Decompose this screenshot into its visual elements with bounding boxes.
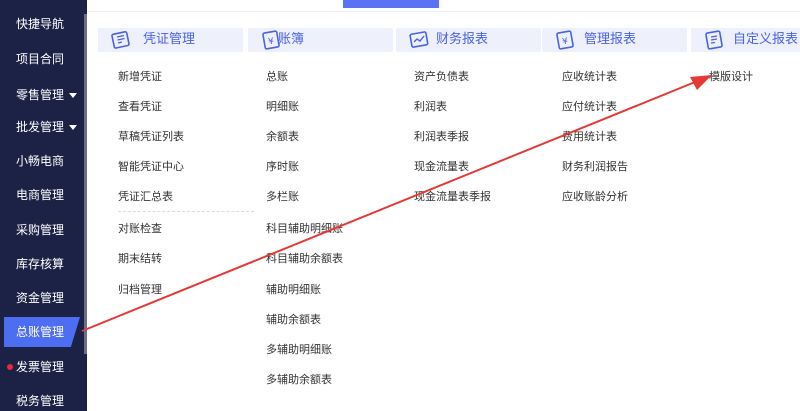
menu-item-general-ledger[interactable]: 总账 [266, 68, 288, 84]
app-root: 快捷导航 项目合同 零售管理 批发管理 小畅电商 电商管理 采购管理 库存核算 … [0, 0, 800, 411]
sidebar-item-label: 采购管理 [16, 223, 65, 237]
column-title: 账簿 [278, 32, 305, 47]
column-header: 凭证管理 [98, 28, 243, 52]
sidebar-item-ecommerce[interactable]: 电商管理 [0, 180, 84, 210]
menu-divider [118, 211, 254, 212]
management-report-icon: ¥ [556, 30, 574, 50]
menu-item-income-statement-quarterly[interactable]: 利润表季报 [414, 128, 469, 144]
menu-item-aux-detail[interactable]: 辅助明细账 [266, 281, 321, 297]
sidebar-item-general-ledger[interactable]: 总账管理 [4, 317, 80, 347]
sidebar-item-inventory[interactable]: 库存核算 [0, 249, 84, 279]
menu-item-aux-balance[interactable]: 辅助余额表 [266, 311, 321, 327]
menu-item-archive-management[interactable]: 归档管理 [118, 281, 162, 297]
svg-text:¥: ¥ [562, 37, 570, 48]
menu-item-draft-voucher-list[interactable]: 草稿凭证列表 [118, 128, 184, 144]
sidebar-item-label: 电商管理 [16, 188, 65, 202]
ledger-mega-menu: 凭证管理 新增凭证 查看凭证 草稿凭证列表 智能凭证中心 凭证汇总表 对账检查 … [87, 12, 800, 411]
top-bar [87, 0, 800, 12]
menu-item-financial-profit-report[interactable]: 财务利润报告 [562, 158, 628, 174]
menu-column-voucher: 凭证管理 新增凭证 查看凭证 草稿凭证列表 智能凭证中心 凭证汇总表 对账检查 … [98, 28, 254, 296]
sidebar-item-label: 零售管理 [16, 88, 65, 102]
sidebar-item-funds[interactable]: 资金管理 [0, 283, 84, 313]
sidebar-item-xiaochang-ecommerce[interactable]: 小畅电商 [0, 146, 84, 176]
menu-item-subject-aux-detail[interactable]: 科目辅助明细账 [266, 220, 343, 236]
menu-item-reconciliation-check[interactable]: 对账检查 [118, 220, 162, 236]
column-header: ¥ 账簿 [248, 28, 393, 52]
sidebar-item-label: 库存核算 [16, 257, 65, 271]
sidebar-item-invoice[interactable]: 发票管理 [0, 352, 84, 382]
sidebar-item-label: 批发管理 [16, 120, 65, 134]
voucher-icon [111, 30, 130, 49]
sidebar-item-purchase[interactable]: 采购管理 [0, 215, 84, 245]
menu-item-detail-ledger[interactable]: 明细账 [266, 98, 299, 114]
menu-column-custom-reports: 自定义报表 模版设计 [691, 28, 800, 83]
menu-item-multi-column-ledger[interactable]: 多栏账 [266, 188, 299, 204]
sidebar-item-wholesale[interactable]: 批发管理 [0, 112, 84, 142]
custom-report-icon [705, 30, 723, 50]
sidebar: 快捷导航 项目合同 零售管理 批发管理 小畅电商 电商管理 采购管理 库存核算 … [0, 0, 87, 411]
sidebar-item-label: 发票管理 [16, 360, 65, 374]
menu-item-smart-voucher-center[interactable]: 智能凭证中心 [118, 158, 184, 174]
column-title: 管理报表 [584, 32, 637, 47]
menu-item-balance-sheet[interactable]: 资产负债表 [414, 68, 469, 84]
sidebar-item-label: 小畅电商 [16, 154, 65, 168]
column-title: 自定义报表 [733, 32, 799, 47]
menu-column-ledger: ¥ 账簿 总账 明细账 余额表 序时账 多栏账 科目辅助明细账 科目辅助余额表 … [248, 28, 393, 386]
sidebar-item-label: 总账管理 [16, 325, 65, 339]
menu-item-receivables-stats[interactable]: 应收统计表 [562, 68, 617, 84]
menu-item-balance-sheet-ledger[interactable]: 余额表 [266, 128, 299, 144]
column-header: 自定义报表 [691, 28, 800, 52]
menu-item-cash-flow-quarterly[interactable]: 现金流量表季报 [414, 188, 491, 204]
menu-item-view-voucher[interactable]: 查看凭证 [118, 98, 162, 114]
sidebar-item-label: 税务管理 [16, 394, 65, 408]
sidebar-item-label: 项目合同 [16, 52, 65, 66]
sidebar-item-label: 资金管理 [16, 291, 65, 305]
menu-item-voucher-summary[interactable]: 凭证汇总表 [118, 188, 173, 204]
menu-item-payables-stats[interactable]: 应付统计表 [562, 98, 617, 114]
menu-item-receivables-aging[interactable]: 应收账龄分析 [562, 188, 628, 204]
menu-item-template-design[interactable]: 模版设计 [709, 68, 753, 84]
svg-text:¥: ¥ [268, 37, 276, 48]
column-header: 财务报表 [396, 28, 541, 52]
menu-item-journal[interactable]: 序时账 [266, 158, 299, 174]
financial-report-icon [409, 31, 429, 48]
column-title: 财务报表 [436, 32, 489, 47]
menu-item-cash-flow[interactable]: 现金流量表 [414, 158, 469, 174]
menu-item-new-voucher[interactable]: 新增凭证 [118, 68, 162, 84]
menu-item-expense-stats[interactable]: 费用统计表 [562, 128, 617, 144]
menu-item-subject-aux-balance[interactable]: 科目辅助余额表 [266, 250, 343, 266]
menu-item-period-end-closing[interactable]: 期末结转 [118, 250, 162, 266]
chevron-down-icon [69, 93, 78, 98]
active-top-tab[interactable] [343, 0, 439, 8]
sidebar-item-quick-nav[interactable]: 快捷导航 [0, 9, 84, 39]
sidebar-item-retail[interactable]: 零售管理 [0, 80, 84, 110]
sidebar-item-project-contract[interactable]: 项目合同 [0, 44, 84, 74]
menu-item-income-statement[interactable]: 利润表 [414, 98, 447, 114]
chevron-down-icon [69, 125, 78, 130]
menu-item-multi-aux-detail[interactable]: 多辅助明细账 [266, 341, 332, 357]
column-header: ¥ 管理报表 [542, 28, 687, 52]
sidebar-item-label: 快捷导航 [16, 17, 65, 31]
menu-column-management-reports: ¥ 管理报表 应收统计表 应付统计表 费用统计表 财务利润报告 应收账龄分析 [542, 28, 687, 203]
sidebar-item-tax[interactable]: 税务管理 [0, 386, 84, 411]
notification-dot [7, 364, 13, 370]
column-title: 凭证管理 [143, 32, 196, 47]
menu-column-financial-reports: 财务报表 资产负债表 利润表 利润表季报 现金流量表 现金流量表季报 [396, 28, 541, 203]
menu-item-multi-aux-balance[interactable]: 多辅助余额表 [266, 371, 332, 387]
